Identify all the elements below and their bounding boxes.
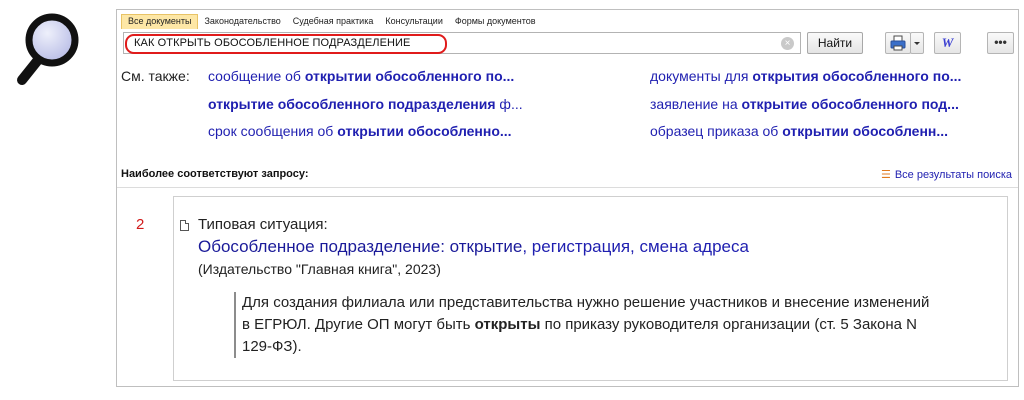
all-results-link[interactable]: ☰ Все результаты поиска	[881, 168, 1012, 181]
see-also-link[interactable]: открытие обособленного подразделения ф..…	[208, 96, 523, 112]
search-input[interactable]: КАК ОТКРЫТЬ ОБОСОБЛЕННОЕ ПОДРАЗДЕЛЕНИЕ ×	[123, 32, 801, 54]
search-tabs: Все документы Законодательство Судебная …	[121, 14, 542, 29]
see-also-link[interactable]: документы для открытия обособленного по.…	[650, 68, 961, 84]
see-also-section: См. также: сообщение об открытии обособл…	[117, 68, 1018, 148]
tab-court-practice[interactable]: Судебная практика	[287, 14, 380, 29]
result-number: 2	[136, 216, 145, 233]
result-source: (Издательство "Главная книга", 2023)	[198, 261, 441, 277]
best-matches-header: Наиболее соответствуют запросу: ☰ Все рез…	[117, 166, 1018, 188]
search-magnifier-illustration	[17, 13, 79, 85]
search-query-text[interactable]: КАК ОТКРЫТЬ ОБОСОБЛЕННОЕ ПОДРАЗДЕЛЕНИЕ	[134, 37, 411, 49]
print-options-dropdown[interactable]	[910, 32, 924, 54]
see-also-link[interactable]: срок сообщения об открытии обособленно..…	[208, 123, 512, 139]
search-window: Все документы Законодательство Судебная …	[116, 9, 1019, 387]
tab-document-forms[interactable]: Формы документов	[449, 14, 542, 29]
print-button[interactable]	[885, 32, 911, 54]
see-also-label: См. также:	[121, 68, 190, 84]
see-also-link[interactable]: заявление на открытие обособленного под.…	[650, 96, 959, 112]
list-icon: ☰	[880, 169, 891, 181]
result-type: Типовая ситуация:	[198, 216, 328, 233]
see-also-link[interactable]: сообщение об открытии обособленного по..…	[208, 68, 514, 84]
more-icon[interactable]: •••	[987, 32, 1014, 54]
tab-consultations[interactable]: Консультации	[379, 14, 449, 29]
result-snippet: Для создания филиала или представительст…	[234, 292, 934, 358]
printer-icon	[890, 35, 906, 51]
tab-legislation[interactable]: Законодательство	[198, 14, 286, 29]
clear-icon[interactable]: ×	[781, 37, 794, 50]
result-title-link[interactable]: Обособленное подразделение: открытие, ре…	[198, 237, 749, 257]
search-toolbar: КАК ОТКРЫТЬ ОБОСОБЛЕННОЕ ПОДРАЗДЕЛЕНИЕ ×…	[121, 29, 1014, 59]
word-icon[interactable]: W	[934, 32, 961, 54]
find-button[interactable]: Найти	[807, 32, 863, 54]
best-matches-title: Наиболее соответствуют запросу:	[121, 168, 309, 180]
document-icon	[180, 220, 189, 231]
tab-all-documents[interactable]: Все документы	[121, 14, 199, 29]
see-also-link[interactable]: образец приказа об открытии обособленн..…	[650, 123, 948, 139]
result-item: Типовая ситуация: Обособленное подраздел…	[173, 196, 1008, 381]
chevron-down-icon	[914, 42, 920, 45]
